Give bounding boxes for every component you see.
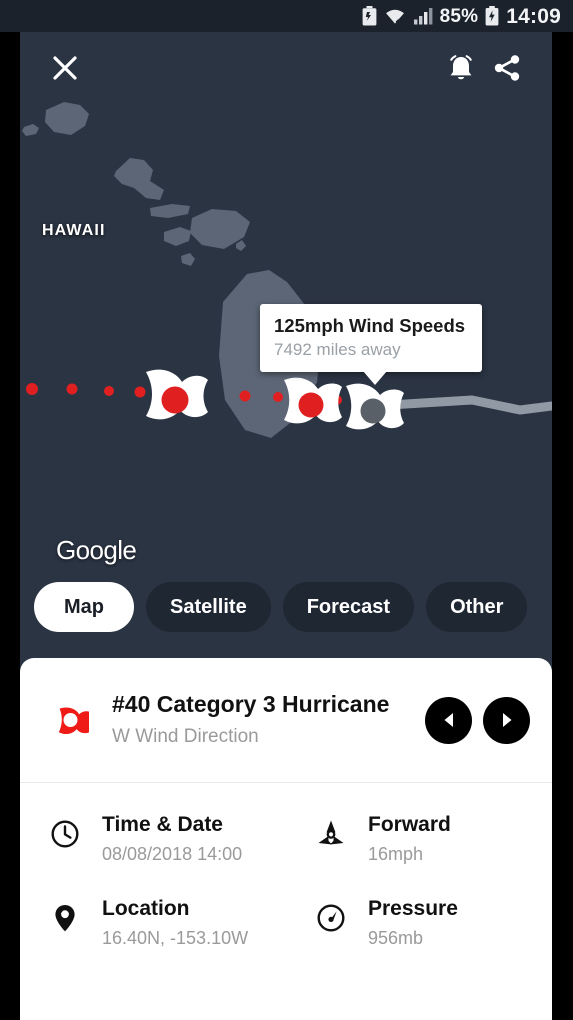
detail-text: Location 16.40N, -153.10W [102,897,248,949]
storm-info-card: #40 Category 3 Hurricane W Wind Directio… [20,658,552,1020]
map-canvas[interactable]: HAWAII 125mph Wind Speeds 7492 miles awa… [20,32,552,672]
storm-titles: #40 Category 3 Hurricane W Wind Directio… [112,691,425,748]
map-top-bar [20,32,552,104]
hurricane-icon [48,698,92,742]
tab-map[interactable]: Map [34,582,134,632]
detail-label: Forward [368,813,451,836]
storm-card-header: #40 Category 3 Hurricane W Wind Directio… [20,658,552,783]
callout-title: 125mph Wind Speeds [274,315,466,336]
clock-label: 14:09 [506,4,561,28]
detail-forward: Forward 16mph [286,797,552,881]
detail-label: Pressure [368,896,458,920]
tab-other[interactable]: Other [426,582,528,632]
hurricane-marker-1[interactable] [146,369,208,420]
wind-speed-callout[interactable]: 125mph Wind Speeds 7492 miles away [260,304,482,385]
detail-text: Pressure 956mb [368,897,458,949]
callout-tail [363,370,387,385]
close-icon[interactable] [42,45,88,91]
battery-charging-icon [485,6,499,26]
app-screen: HAWAII 125mph Wind Speeds 7492 miles awa… [20,32,552,1020]
notification-bell-icon[interactable] [438,45,484,91]
detail-text: Time & Date 08/08/2018 14:00 [102,813,242,865]
detail-value: 08/08/2018 14:00 [102,844,243,865]
detail-value: 956mb [368,927,424,948]
hurricane-marker-3-selected[interactable] [346,383,404,430]
location-pin-icon [48,901,82,935]
detail-label: Time & Date [102,813,223,836]
storm-detail-grid: Time & Date 08/08/2018 14:00 Forward 16m… [20,783,552,965]
detail-location: Location 16.40N, -153.10W [20,881,286,965]
hurricane-marker-2[interactable] [284,377,342,424]
detail-text: Forward 16mph [368,813,451,865]
callout-subtitle: 7492 miles away [274,340,401,360]
detail-value: 16.40N, -153.10W [102,927,249,948]
battery-saver-icon [362,6,377,26]
detail-value: 16mph [368,844,424,865]
detail-label: Location [102,896,190,920]
tab-forecast[interactable]: Forecast [282,582,415,632]
region-label: HAWAII [42,222,106,239]
map-type-tabs: Map Satellite Forecast Other [20,582,552,632]
navigation-icon [314,817,348,851]
status-bar: 85% 14:09 [0,0,573,32]
signal-icon [413,8,433,25]
wifi-icon [385,9,404,24]
battery-percent-label: 85% [439,5,479,27]
detail-time-date: Time & Date 08/08/2018 14:00 [20,797,286,881]
gauge-icon [314,901,348,935]
storm-title: #40 Category 3 Hurricane [112,691,390,718]
next-storm-button[interactable] [483,696,530,744]
detail-pressure: Pressure 956mb [286,881,552,965]
clock-icon [48,817,82,851]
share-icon[interactable] [484,45,530,91]
previous-storm-button[interactable] [425,696,472,744]
google-attribution: Google [56,535,137,565]
storm-subtitle: W Wind Direction [112,725,259,747]
phone-screen: 85% 14:09 HAWAII 125mph Wind Speeds 7492… [0,0,573,1020]
tab-satellite[interactable]: Satellite [146,582,271,632]
